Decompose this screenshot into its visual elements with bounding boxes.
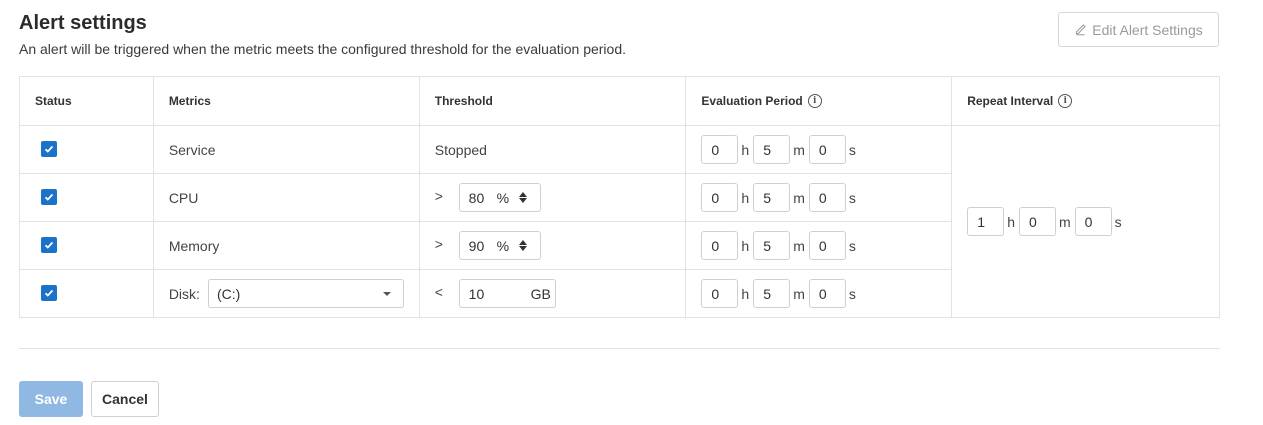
eval-minutes-input[interactable]: 5	[753, 279, 791, 308]
table-row: Service Stopped 0h 5m 0s 1h 0m 0s	[19, 125, 1220, 318]
unit-h: h	[741, 189, 750, 206]
threshold-unit: %	[496, 189, 510, 206]
check-icon	[44, 193, 54, 201]
metric-label: Service	[168, 141, 216, 158]
spinner-icon[interactable]	[518, 192, 527, 203]
eval-hours-input[interactable]: 0	[701, 135, 739, 164]
threshold-cell: > 80 %	[418, 173, 687, 222]
repeat-seconds-input[interactable]: 0	[1074, 207, 1112, 236]
unit-h: h	[741, 285, 750, 302]
eval-seconds-input[interactable]: 0	[808, 231, 846, 260]
unit-s: s	[848, 141, 856, 158]
pencil-icon	[1076, 24, 1086, 36]
cpu-threshold-input[interactable]: 80 %	[458, 183, 541, 212]
alerts-table: Status Metrics Threshold Evaluation Peri…	[19, 76, 1220, 318]
metric-cell: Service	[152, 125, 420, 174]
edit-alert-settings-button[interactable]: Edit Alert Settings	[1058, 12, 1219, 47]
metric-cell: CPU	[152, 173, 420, 222]
repeat-minutes-input[interactable]: 0	[1018, 207, 1056, 236]
edit-alert-settings-label: Edit Alert Settings	[1092, 21, 1203, 38]
status-checkbox-cpu[interactable]	[41, 189, 57, 205]
disk-select-value: (C:)	[216, 285, 241, 302]
status-checkbox-disk[interactable]	[41, 285, 57, 301]
disk-select[interactable]: (C:)	[207, 279, 404, 308]
threshold-operator: >	[434, 188, 443, 205]
status-checkbox-memory[interactable]	[41, 237, 57, 253]
eval-minutes-input[interactable]: 5	[753, 231, 791, 260]
unit-m: m	[1058, 213, 1071, 230]
eval-minutes-input[interactable]: 5	[753, 135, 791, 164]
repeat-interval-cell: 1h 0m 0s	[951, 125, 1220, 318]
metric-label: CPU	[168, 189, 199, 206]
threshold-cell: Stopped	[418, 125, 687, 174]
memory-threshold-input[interactable]: 90 %	[458, 231, 541, 260]
metric-cell: Memory	[152, 221, 420, 270]
evaluation-period-info-icon[interactable]: i	[807, 94, 822, 108]
unit-h: h	[741, 141, 750, 158]
evaluation-period-cell: 0h 5m 0s	[685, 125, 953, 174]
column-header-metrics: Metrics	[152, 76, 420, 126]
threshold-unit: GB	[530, 285, 551, 302]
threshold-cell: > 90 %	[418, 221, 687, 270]
page-subtitle: An alert will be triggered when the metr…	[19, 41, 627, 57]
status-cell	[19, 173, 154, 222]
threshold-cell: < 10 GB	[418, 269, 687, 318]
metric-label: Memory	[168, 237, 220, 254]
unit-m: m	[793, 285, 805, 302]
eval-hours-input[interactable]: 0	[701, 231, 739, 260]
unit-h: h	[741, 237, 750, 254]
table-header-row: Status Metrics Threshold Evaluation Peri…	[19, 76, 1220, 126]
column-header-repeat-interval: Repeat Interval i	[951, 76, 1220, 126]
cancel-button[interactable]: Cancel	[91, 381, 159, 417]
spinner-icon[interactable]	[518, 240, 527, 251]
unit-m: m	[793, 141, 805, 158]
unit-s: s	[1114, 213, 1122, 230]
unit-s: s	[848, 237, 856, 254]
threshold-unit: %	[496, 237, 510, 254]
unit-s: s	[848, 285, 856, 302]
column-header-status: Status	[19, 76, 154, 126]
page-title: Alert settings	[19, 12, 147, 34]
threshold-value: 90	[468, 237, 485, 254]
disk-threshold-input[interactable]: 10 GB	[458, 279, 556, 308]
threshold-text: Stopped	[434, 141, 487, 158]
threshold-value: 80	[468, 189, 485, 206]
eval-minutes-input[interactable]: 5	[753, 183, 791, 212]
evaluation-period-cell: 0h 5m 0s	[685, 269, 953, 318]
check-icon	[44, 145, 54, 153]
repeat-interval-info-icon[interactable]: i	[1058, 94, 1073, 108]
threshold-operator: <	[434, 284, 443, 301]
caret-down-icon	[382, 291, 391, 296]
metric-label: Disk:	[168, 285, 200, 302]
eval-seconds-input[interactable]: 0	[808, 183, 846, 212]
save-button[interactable]: Save	[19, 381, 83, 417]
threshold-operator: >	[434, 236, 443, 253]
eval-hours-input[interactable]: 0	[701, 279, 739, 308]
column-header-evaluation-period: Evaluation Period i	[685, 76, 953, 126]
evaluation-period-cell: 0h 5m 0s	[685, 221, 953, 270]
eval-seconds-input[interactable]: 0	[808, 279, 846, 308]
unit-m: m	[793, 189, 805, 206]
status-cell	[19, 221, 154, 270]
footer-divider	[19, 348, 1220, 349]
status-cell	[19, 269, 154, 318]
unit-m: m	[793, 237, 805, 254]
metric-cell: Disk: (C:)	[152, 269, 420, 318]
unit-s: s	[848, 189, 856, 206]
threshold-value: 10	[468, 285, 485, 302]
evaluation-period-cell: 0h 5m 0s	[685, 173, 953, 222]
column-header-threshold: Threshold	[418, 76, 687, 126]
eval-hours-input[interactable]: 0	[701, 183, 739, 212]
status-checkbox-service[interactable]	[41, 141, 57, 157]
eval-seconds-input[interactable]: 0	[808, 135, 846, 164]
status-cell	[19, 125, 154, 174]
check-icon	[44, 289, 54, 297]
check-icon	[44, 241, 54, 249]
unit-h: h	[1007, 213, 1015, 230]
repeat-hours-input[interactable]: 1	[967, 207, 1005, 236]
